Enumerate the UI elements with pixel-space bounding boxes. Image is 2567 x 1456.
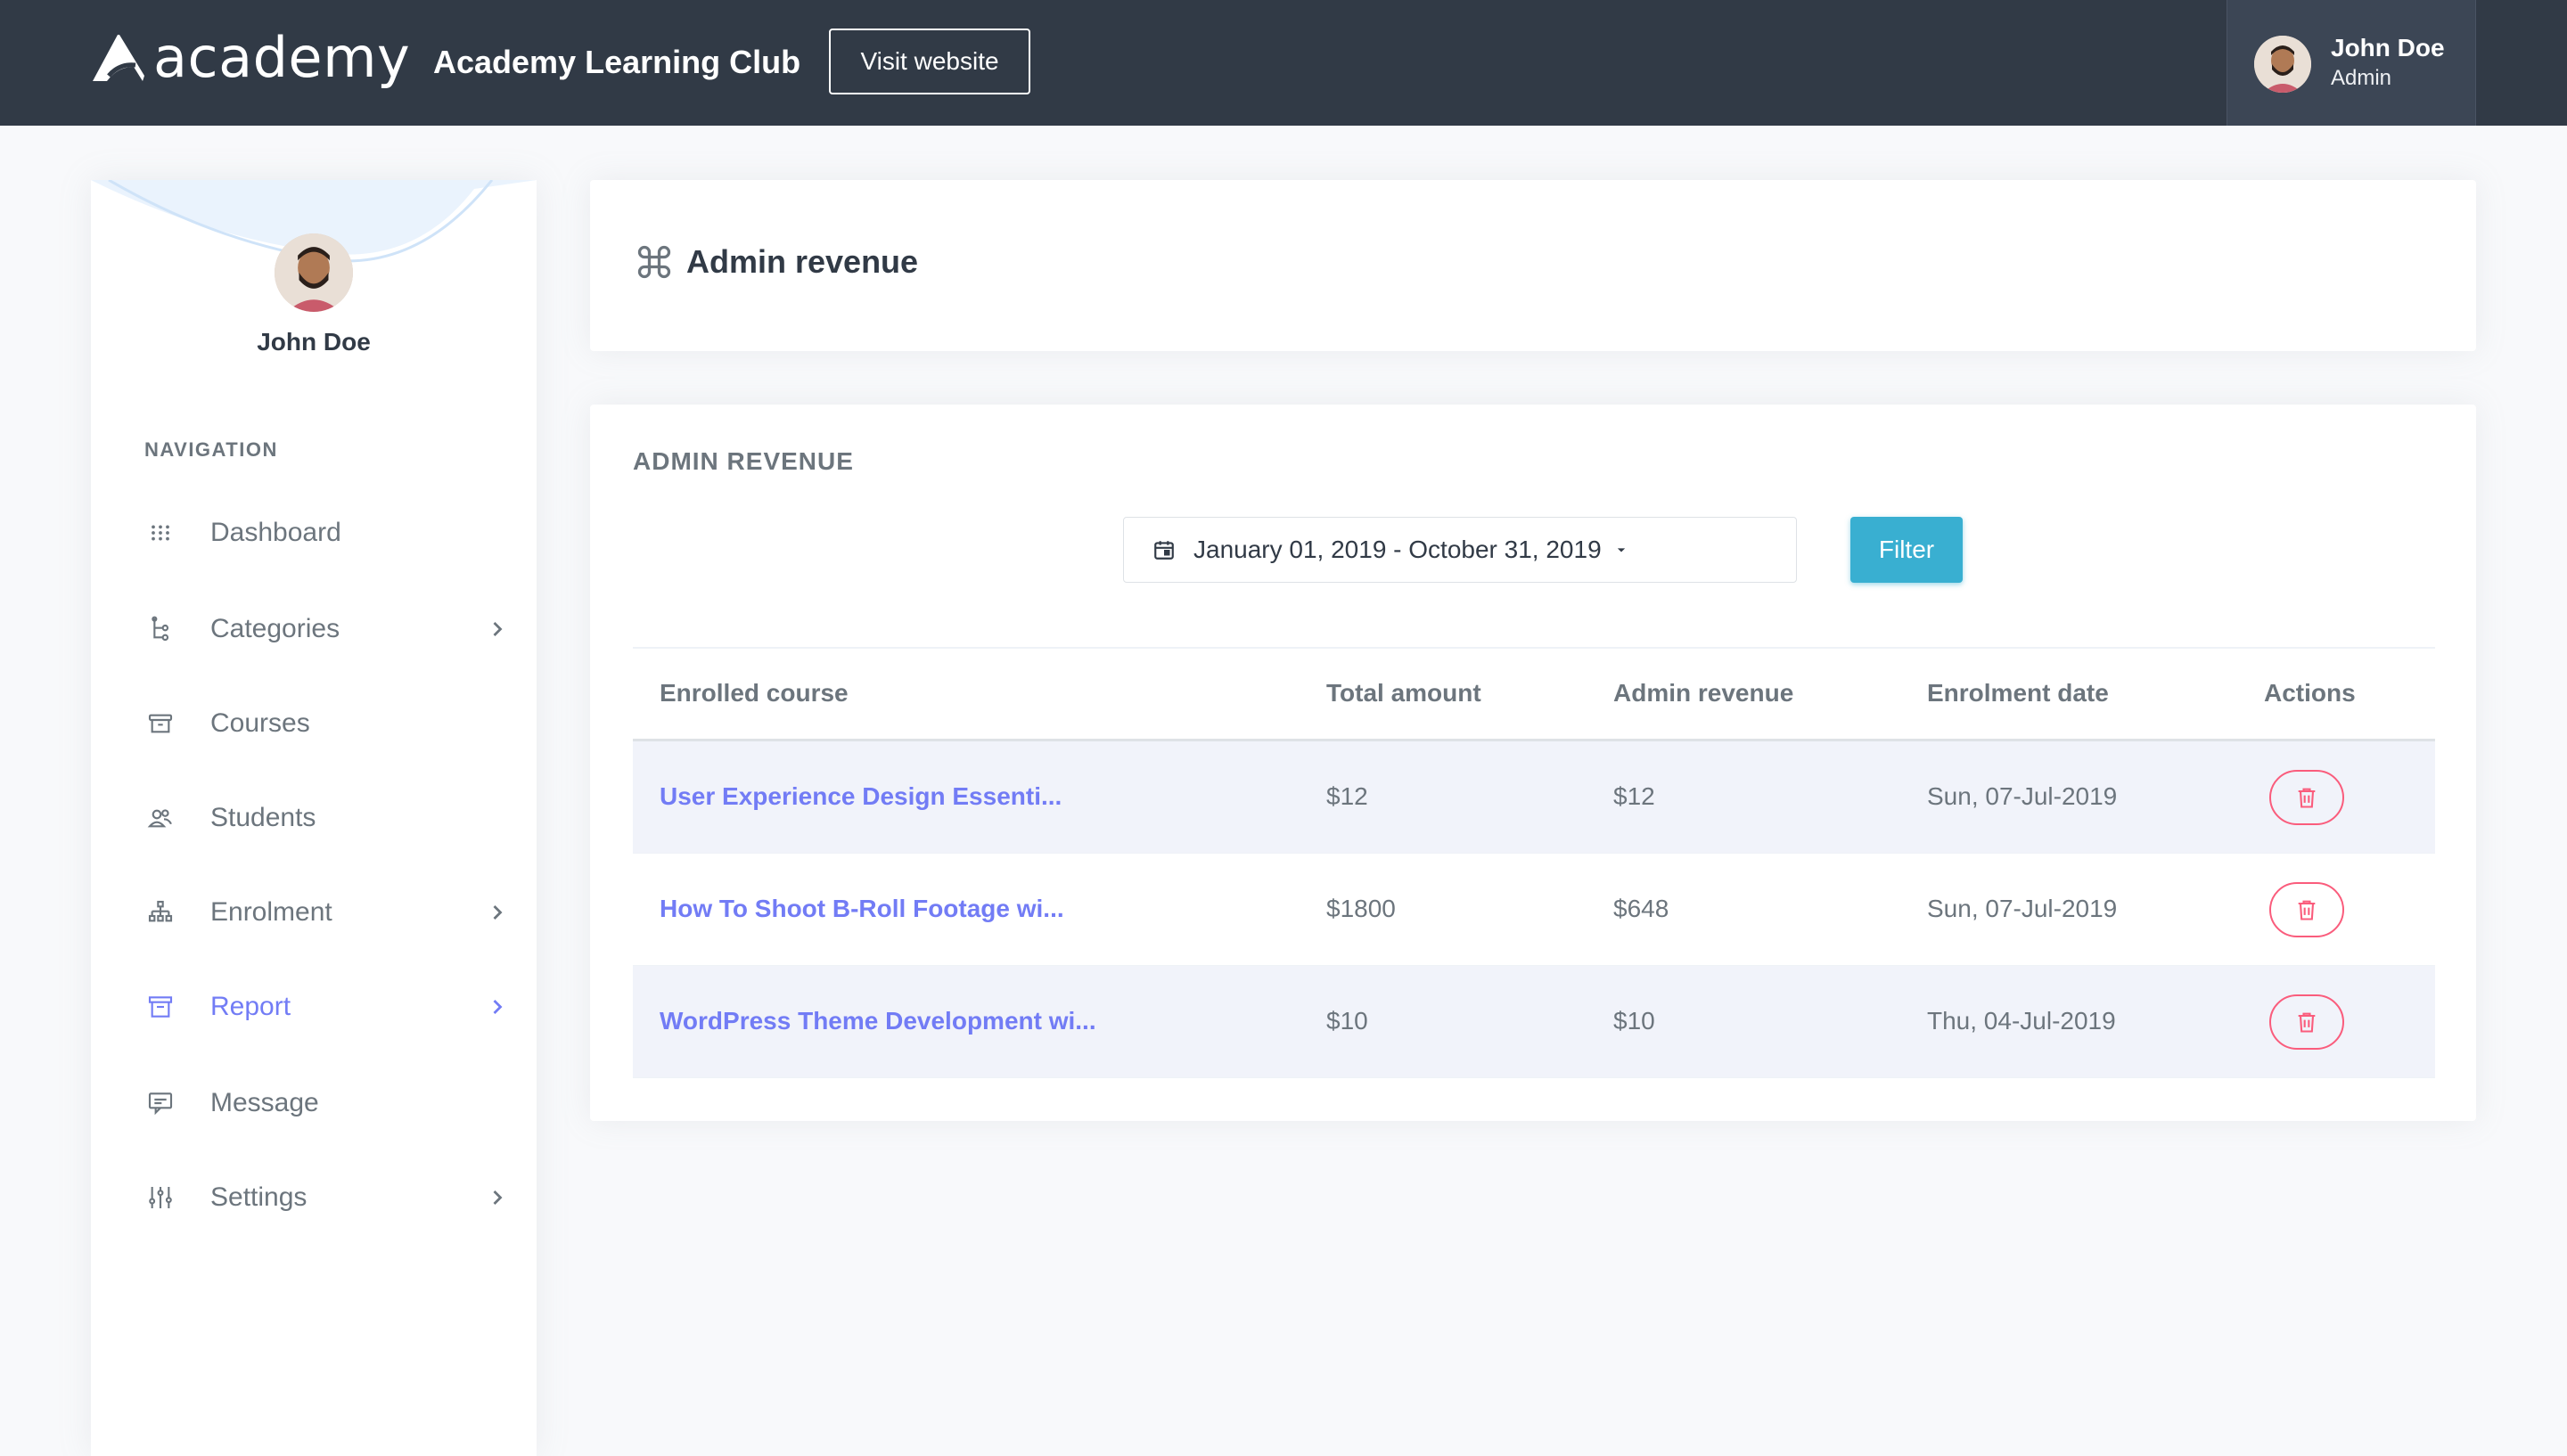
enrolment-date: Sun, 07-Jul-2019 [1927, 895, 2118, 922]
admin-revenue-value: $10 [1613, 1007, 1655, 1035]
sidebar-item-label: Message [210, 1088, 319, 1117]
site-name: Academy Learning Club [433, 44, 801, 80]
chevron-right-icon [493, 905, 503, 920]
message-icon [144, 1087, 176, 1119]
trash-icon [2298, 900, 2316, 920]
course-link[interactable]: User Experience Design Essenti... [660, 782, 1062, 811]
enrolment-date: Sun, 07-Jul-2019 [1927, 782, 2118, 810]
filter-button[interactable]: Filter [1850, 517, 1963, 583]
caret-down-icon [1617, 548, 1625, 552]
admin-revenue-value: $648 [1613, 895, 1669, 922]
user-name: John Doe [2331, 34, 2445, 61]
enrolment-date: Thu, 04-Jul-2019 [1927, 1007, 2116, 1035]
revenue-table: Enrolled course Total amount Admin reven… [633, 647, 2435, 1078]
grid-icon [144, 517, 176, 549]
users-icon [144, 802, 176, 834]
sidebar-item-students[interactable]: Students [144, 791, 510, 845]
sidebar-item-label: Students [210, 803, 316, 832]
trash-icon [2298, 1012, 2316, 1033]
sidebar-item-label: Dashboard [210, 518, 341, 547]
sidebar-user-name: John Doe [257, 328, 371, 356]
delete-button[interactable] [2269, 882, 2344, 937]
logo[interactable]: academy [89, 27, 410, 89]
delete-button[interactable] [2269, 770, 2344, 825]
column-header: Actions [2264, 679, 2356, 707]
archive-icon [144, 708, 176, 740]
sidebar-item-label: Courses [210, 708, 310, 738]
sidebar: John Doe NAVIGATION Dashboard Categories… [91, 180, 537, 1456]
top-navbar: academy Academy Learning Club Visit webs… [0, 0, 2567, 126]
column-header[interactable]: Enrolment date [1927, 679, 2109, 708]
section-heading: ADMIN REVENUE [633, 447, 854, 475]
delete-button[interactable] [2269, 994, 2344, 1050]
logo-text: academy [153, 25, 411, 90]
logo-icon [93, 35, 144, 81]
sidebar-item-label: Categories [210, 614, 340, 643]
column-header[interactable]: Total amount [1326, 679, 1481, 708]
column-header[interactable]: Enrolled course [660, 679, 849, 708]
date-range-value: January 01, 2019 - October 31, 2019 [1193, 536, 1602, 563]
command-icon [637, 245, 671, 279]
sidebar-item-label: Settings [210, 1182, 308, 1212]
user-role: Admin [2331, 66, 2392, 90]
sidebar-item-label: Report [210, 992, 291, 1021]
page-title-card: Admin revenue [590, 180, 2476, 351]
total-amount: $10 [1326, 1007, 1368, 1035]
visit-website-button[interactable]: Visit website [829, 29, 1030, 94]
sliders-icon [144, 1182, 176, 1214]
chevron-right-icon [493, 622, 503, 636]
chevron-right-icon [493, 1000, 503, 1014]
course-link[interactable]: WordPress Theme Development wi... [660, 1007, 1096, 1035]
sidebar-item-courses[interactable]: Courses [144, 697, 510, 750]
calendar-icon [1154, 541, 1174, 560]
sidebar-item-message[interactable]: Message [144, 1076, 510, 1130]
sidebar-avatar [275, 233, 353, 312]
table-row: WordPress Theme Development wi... $10 $1… [633, 966, 2435, 1078]
sidebar-item-categories[interactable]: Categories [144, 602, 510, 656]
trash-icon [2298, 788, 2316, 808]
table-header: Enrolled course Total amount Admin reven… [633, 647, 2435, 741]
box-icon [144, 991, 176, 1023]
sidebar-item-enrolment[interactable]: Enrolment [144, 886, 510, 939]
table-row: How To Shoot B-Roll Footage wi... $1800 … [633, 854, 2435, 966]
tree-icon [144, 613, 176, 645]
sidebar-item-label: Enrolment [210, 897, 332, 927]
avatar [2254, 36, 2311, 93]
course-link[interactable]: How To Shoot B-Roll Footage wi... [660, 895, 1064, 923]
page-title-text: Admin revenue [686, 243, 919, 280]
table-row: User Experience Design Essenti... $12 $1… [633, 741, 2435, 854]
user-menu[interactable]: John Doe Admin [2227, 0, 2476, 126]
network-icon [144, 896, 176, 928]
column-header[interactable]: Admin revenue [1613, 679, 1793, 708]
page-title: Admin revenue [635, 242, 918, 282]
total-amount: $12 [1326, 782, 1368, 810]
admin-revenue-card: ADMIN REVENUE January 01, 2019 - October… [590, 405, 2476, 1121]
chevron-right-icon [493, 1190, 503, 1205]
date-range-picker[interactable]: January 01, 2019 - October 31, 2019 [1123, 517, 1797, 583]
nav-title: NAVIGATION [144, 438, 278, 461]
total-amount: $1800 [1326, 895, 1396, 922]
sidebar-item-report[interactable]: Report [144, 980, 510, 1034]
sidebar-item-dashboard[interactable]: Dashboard [144, 506, 510, 560]
sidebar-item-settings[interactable]: Settings [144, 1171, 510, 1224]
admin-revenue-value: $12 [1613, 782, 1655, 810]
